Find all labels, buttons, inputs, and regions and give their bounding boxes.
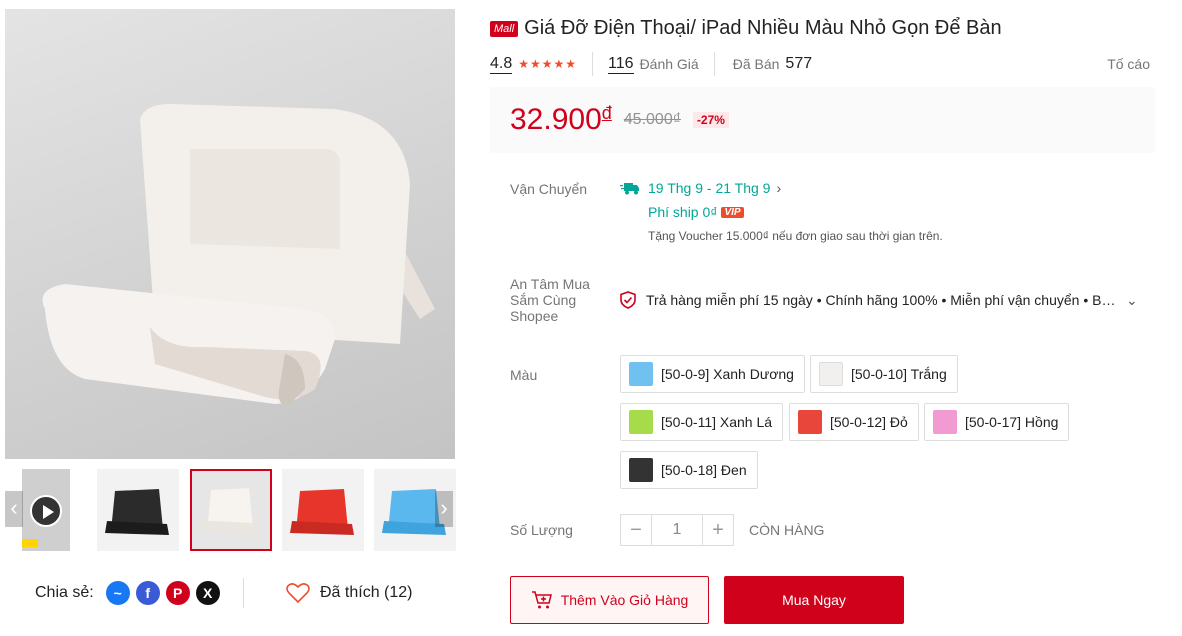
play-icon[interactable] — [30, 495, 62, 527]
buy-now-button[interactable]: Mua Ngay — [724, 576, 904, 624]
chevron-down-icon: ⌄ — [1126, 291, 1138, 308]
rating-separator — [592, 52, 594, 76]
pinterest-icon[interactable]: P — [165, 581, 190, 605]
variant-option-green[interactable]: [50-0-11] Xanh Lá — [620, 403, 784, 441]
thumb-prev-arrow[interactable]: ‹ — [5, 491, 23, 527]
variant-option-blue[interactable]: [50-0-9] Xanh Dương — [620, 355, 805, 393]
chevron-right-icon: › — [776, 180, 782, 196]
video-tag-badge — [22, 539, 38, 547]
thumbnail-strip: ‹ › — [5, 467, 456, 555]
quantity-minus-button[interactable]: − — [620, 514, 652, 546]
shipping-dates-link[interactable]: 19 Thg 9 - 21 Thg 9 › — [620, 180, 781, 196]
guarantee-label-line1: An Tâm Mua — [510, 276, 590, 292]
variant-label: [50-0-18] Đen — [661, 462, 747, 478]
sold-label: Đã Bán — [732, 56, 780, 72]
variant-swatch — [819, 362, 843, 386]
variant-swatch — [629, 410, 653, 434]
discount-badge: -27% — [692, 112, 729, 128]
thumbnail-white[interactable] — [190, 469, 272, 551]
stock-status: CÒN HÀNG — [749, 522, 825, 538]
guarantee-label-line2: Sắm Cùng — [510, 292, 577, 308]
add-to-cart-button[interactable]: Thêm Vào Giỏ Hàng — [510, 576, 709, 624]
guarantee-label: An Tâm Mua Sắm Cùng Shopee — [510, 276, 590, 324]
shipping-fee: Phí ship 0₫ VIP — [648, 204, 744, 220]
phone-stand-illustration — [42, 104, 435, 405]
variant-label: [50-0-17] Hồng — [965, 414, 1059, 430]
variant-label: [50-0-11] Xanh Lá — [661, 414, 773, 430]
quantity-stepper: − 1 + — [620, 514, 734, 546]
quantity-label: Số Lượng — [510, 522, 573, 538]
color-label: Màu — [510, 367, 538, 383]
sold-count: 577 — [785, 55, 813, 72]
share-label: Chia sẻ: — [35, 584, 94, 601]
variant-label: [50-0-12] Đỏ — [830, 414, 908, 430]
variant-swatch — [629, 458, 653, 482]
product-title: Mall Giá Đỡ Điện Thoại/ iPad Nhiều Màu N… — [490, 17, 1002, 40]
shipping-label: Vận Chuyển — [510, 181, 588, 197]
variant-option-pink[interactable]: [50-0-17] Hồng — [924, 403, 1070, 441]
review-label: Đánh Giá — [639, 56, 699, 72]
rating-row: 4.8 ★★★★★ 116 Đánh Giá Đã Bán 577 Tố cáo — [490, 52, 1150, 76]
thumb-next-arrow[interactable]: › — [435, 491, 453, 527]
shipping-dates: 19 Thg 9 - 21 Thg 9 — [648, 180, 771, 196]
favorite-label: Đã thích (12) — [320, 584, 413, 601]
thumbnail-red[interactable] — [282, 469, 364, 551]
cart-plus-icon — [531, 591, 552, 609]
variant-option-black[interactable]: [50-0-18] Đen — [620, 451, 758, 489]
favorite-button[interactable]: Đã thích (12) — [286, 580, 412, 606]
vip-badge: VIP — [721, 206, 744, 218]
twitter-x-icon[interactable]: X — [195, 581, 220, 605]
guarantee-label-line3: Shopee — [510, 308, 559, 324]
reviews-separator — [713, 52, 715, 76]
original-price: 45.000₫ — [623, 111, 681, 128]
currency-symbol: đ — [601, 103, 612, 123]
delivery-truck-icon — [620, 183, 639, 195]
messenger-icon[interactable]: ~ — [105, 581, 130, 605]
share-divider — [243, 578, 244, 608]
report-link[interactable]: Tố cáo — [1107, 56, 1150, 72]
main-product-image[interactable] — [5, 9, 455, 459]
review-count[interactable]: 116 — [608, 55, 634, 74]
rating-value[interactable]: 4.8 — [490, 55, 513, 74]
current-price: 32.900đ — [510, 103, 612, 136]
quantity-input[interactable]: 1 — [652, 514, 702, 546]
heart-icon — [286, 583, 310, 604]
variant-swatch — [798, 410, 822, 434]
variant-option-white[interactable]: [50-0-10] Trắng — [810, 355, 958, 393]
shipping-fee-text: Phí ship 0₫ — [648, 204, 718, 220]
mall-badge: Mall — [490, 20, 519, 37]
product-title-text: Giá Đỡ Điện Thoại/ iPad Nhiều Màu Nhỏ Gọ… — [524, 17, 1002, 39]
quantity-plus-button[interactable]: + — [702, 514, 734, 546]
variant-label: [50-0-10] Trắng — [851, 366, 947, 382]
star-rating-icon: ★★★★★ — [518, 57, 578, 71]
guarantee-text: Trả hàng miễn phí 15 ngày • Chính hãng 1… — [646, 292, 1116, 308]
thumbnail-video[interactable] — [22, 469, 70, 551]
facebook-icon[interactable]: f — [135, 581, 160, 605]
variant-swatch — [629, 362, 653, 386]
shipping-voucher-note: Tặng Voucher 15.000₫ nếu đơn giao sau th… — [648, 229, 943, 243]
variant-option-red[interactable]: [50-0-12] Đỏ — [789, 403, 919, 441]
variant-label: [50-0-9] Xanh Dương — [661, 366, 794, 382]
thumbnail-black[interactable] — [97, 469, 179, 551]
share-bar: Chia sẻ: ~ f P X — [35, 580, 220, 606]
add-to-cart-label: Thêm Vào Giỏ Hàng — [560, 592, 689, 608]
guarantee-dropdown[interactable]: Trả hàng miễn phí 15 ngày • Chính hãng 1… — [620, 291, 1138, 309]
variant-swatch — [933, 410, 957, 434]
price-box: 32.900đ 45.000₫ -27% — [490, 87, 1155, 153]
shield-icon — [620, 291, 636, 309]
